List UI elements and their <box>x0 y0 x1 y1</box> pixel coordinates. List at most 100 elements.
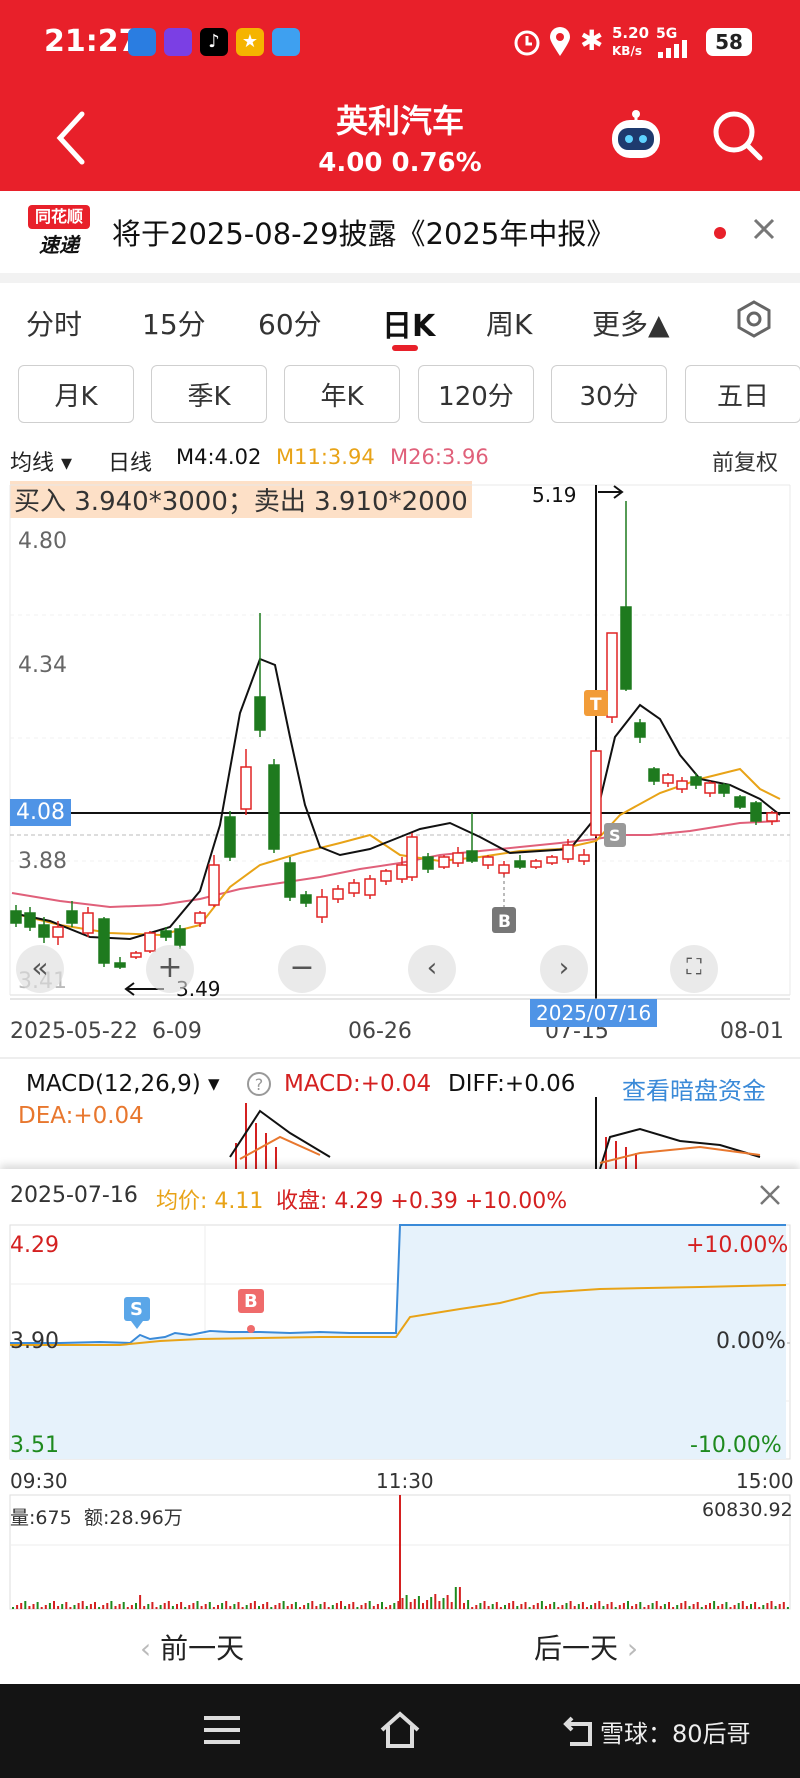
volume-bar <box>442 1598 445 1609</box>
volume-bar <box>249 1603 252 1609</box>
tab-60min[interactable]: 60分 <box>258 303 322 343</box>
volume-bar <box>20 1603 23 1609</box>
volume-bar <box>602 1606 605 1609</box>
candle-body <box>590 750 602 836</box>
robot-assistant-icon[interactable] <box>606 106 666 166</box>
close-icon[interactable] <box>752 217 776 241</box>
volume-bar <box>635 1604 638 1609</box>
intraday-pct-mid: 0.00% <box>716 1329 786 1354</box>
help-icon[interactable]: ? <box>246 1071 272 1097</box>
settings-hexagon-icon[interactable] <box>734 299 774 339</box>
volume-bar <box>413 1599 416 1609</box>
volume-bar <box>57 1606 60 1609</box>
subtab-30min[interactable]: 30分 <box>551 365 667 423</box>
subtab-quarterly-k[interactable]: 季K <box>151 365 267 423</box>
candle-body <box>364 878 376 896</box>
candle-body <box>530 860 542 868</box>
volume-bar <box>668 1602 670 1609</box>
home-icon[interactable] <box>378 1710 422 1750</box>
volume-bar <box>434 1594 437 1609</box>
announcement-bar[interactable]: 同花顺 速递 将于2025-08-29披露《2025年中报》 <box>0 191 800 283</box>
volume-bar <box>118 1604 121 1609</box>
intraday-y-top: 4.29 <box>10 1233 59 1258</box>
zoom-out-icon[interactable]: − <box>278 945 326 993</box>
volume-bar <box>704 1605 707 1609</box>
stock-header: 英利汽车 4.00 0.76% <box>0 88 800 191</box>
volume-bar <box>16 1605 19 1609</box>
candle-body <box>562 844 574 860</box>
candle-body <box>130 952 142 958</box>
tab-weekly-k[interactable]: 周K <box>486 303 532 343</box>
subtab-yearly-k[interactable]: 年K <box>284 365 400 423</box>
next-day-button[interactable]: 后一天 › <box>534 1627 638 1667</box>
y-label-2: 4.34 <box>18 653 67 678</box>
tab-more[interactable]: 更多▲ <box>592 303 670 343</box>
volume-bar <box>89 1604 92 1609</box>
back-icon[interactable] <box>52 110 88 166</box>
scroll-left-icon[interactable]: ‹ <box>408 945 456 993</box>
intraday-chart[interactable] <box>0 1169 800 1684</box>
volume-bar <box>368 1601 371 1609</box>
volume-bar <box>717 1606 720 1609</box>
volume-bar <box>208 1602 211 1609</box>
tab-15min[interactable]: 15分 <box>142 303 206 343</box>
scroll-right-icon[interactable]: › <box>540 945 588 993</box>
watermark: 雪球：80后哥 <box>600 1720 751 1748</box>
volume-bar <box>48 1603 51 1609</box>
subtab-monthly-k[interactable]: 月K <box>18 365 134 423</box>
macd-value: MACD:+0.04 <box>284 1071 432 1097</box>
kline-panel: 均线 ▾ 日线 M4:4.02 M11:3.94 M26:3.96 前复权 买入… <box>0 437 800 1057</box>
candle-body <box>66 910 78 924</box>
candle-body <box>406 836 418 878</box>
volume-bar <box>221 1603 224 1609</box>
rewind-icon[interactable]: « <box>16 945 64 993</box>
candle-body <box>676 780 688 790</box>
subtab-five-day[interactable]: 五日 <box>685 365 800 423</box>
amount-label: 额:28.96万 <box>84 1507 183 1529</box>
volume-bar <box>356 1607 359 1609</box>
volume-bar <box>24 1601 27 1609</box>
candle-body <box>114 962 126 968</box>
back-nav-icon[interactable] <box>562 1712 598 1748</box>
search-icon[interactable] <box>710 108 766 164</box>
volume-bar <box>557 1607 560 1609</box>
candle-body <box>332 888 344 900</box>
date-label-2: 6-09 <box>152 1019 202 1044</box>
volume-bar <box>364 1603 367 1609</box>
candle-body <box>718 784 730 794</box>
volume-bar <box>77 1603 80 1609</box>
volume-bar <box>65 1602 68 1609</box>
volume-label: 量:675 <box>10 1507 72 1529</box>
tab-daily-k[interactable]: 日K <box>382 301 435 345</box>
volume-bar <box>344 1606 347 1609</box>
intraday-sell-marker: S <box>130 1299 143 1320</box>
candle-body <box>52 926 64 938</box>
volume-bar <box>586 1607 588 1609</box>
volume-bar <box>139 1595 142 1609</box>
zoom-in-icon[interactable]: + <box>146 945 194 993</box>
volume-bar <box>348 1604 351 1609</box>
fullscreen-icon[interactable]: ⛶ <box>670 945 718 993</box>
macd-title[interactable]: MACD(12,26,9) ▾ <box>26 1071 220 1097</box>
candle-body <box>254 696 266 731</box>
date-label-1: 2025-05-22 <box>10 1019 138 1044</box>
volume-bar <box>659 1606 662 1609</box>
volume-bar <box>405 1595 408 1609</box>
announcement-text: 将于2025-08-29披露《2025年中报》 <box>112 217 616 251</box>
volume-bar <box>684 1601 687 1609</box>
candle-body <box>300 894 312 904</box>
volume-bar <box>114 1606 117 1609</box>
subtab-120min[interactable]: 120分 <box>418 365 534 423</box>
candle-body <box>766 812 778 822</box>
tab-intraday[interactable]: 分时 <box>26 303 82 343</box>
volume-bar <box>524 1602 527 1609</box>
volume-bar <box>323 1602 326 1609</box>
volume-max: 60830.92 <box>702 1499 793 1521</box>
volume-bar <box>151 1602 154 1609</box>
menu-icon[interactable] <box>204 1714 240 1746</box>
volume-bar <box>85 1606 88 1609</box>
prev-day-button[interactable]: ‹ 前一天 <box>140 1627 244 1667</box>
volume-bar <box>618 1605 621 1609</box>
volume-bar <box>627 1601 629 1609</box>
alarm-icon <box>514 30 540 56</box>
